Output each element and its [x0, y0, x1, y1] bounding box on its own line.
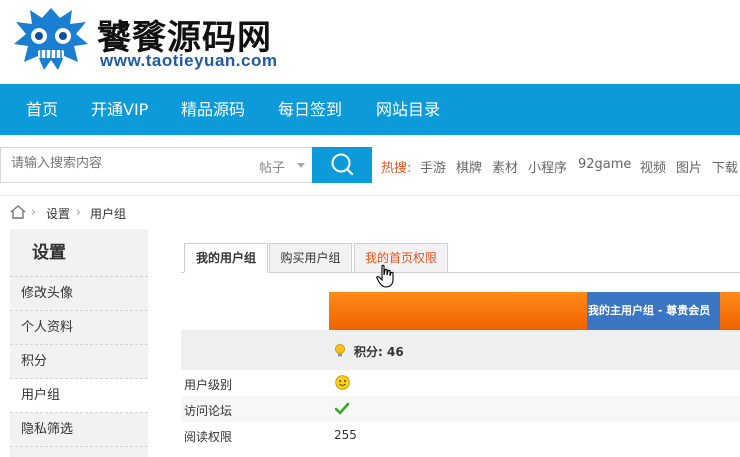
table-row: 阅读权限 255	[181, 422, 740, 448]
search-box: 帖子	[0, 147, 312, 183]
hot-link[interactable]: 下载	[712, 157, 738, 176]
row-label: 阅读权限	[184, 430, 233, 444]
sidebar-item-points[interactable]: 积分	[10, 345, 148, 379]
sidebar-item-avatar[interactable]: 修改头像	[10, 277, 148, 311]
hot-search-label: 热搜:	[381, 161, 412, 176]
site-logo-url[interactable]: www.taotieyuan.com	[100, 51, 277, 71]
row-label: 用户级别	[184, 378, 233, 392]
sidebar-item-usergroup[interactable]: 用户组	[10, 379, 148, 413]
main-usergroup-header: 我的主用户组 - 尊贵会员	[587, 292, 720, 330]
check-icon	[335, 402, 349, 415]
tab-my-usergroup[interactable]: 我的用户组	[184, 243, 268, 273]
hand-cursor-icon	[376, 264, 394, 288]
table-row: 用户级别	[181, 370, 740, 396]
chevron-right-icon: ›	[76, 205, 81, 219]
hot-link[interactable]: 92game	[578, 157, 631, 172]
chevron-right-icon: ›	[31, 205, 36, 219]
nav-item-source[interactable]: 精品源码	[181, 84, 245, 135]
chevron-down-icon[interactable]	[297, 163, 305, 168]
lightbulb-icon	[335, 344, 345, 357]
row-label: 访问论坛	[184, 404, 233, 418]
nav-item-directory[interactable]: 网站目录	[376, 84, 440, 135]
row-value: 255	[334, 428, 357, 442]
breadcrumb-settings[interactable]: 设置	[46, 205, 70, 222]
taotie-mascot-icon[interactable]	[12, 6, 90, 72]
search-row: 帖子 热搜: 手游 棋牌 素材 小程序 92game 视频 图片 下载	[0, 135, 740, 195]
hot-link[interactable]: 棋牌	[456, 157, 482, 176]
table-row: 访问论坛	[181, 396, 740, 422]
site-header: 饕餮源码网 www.taotieyuan.com	[0, 0, 740, 84]
sidebar-title: 设置	[10, 229, 148, 277]
sidebar-item-profile[interactable]: 个人资料	[10, 311, 148, 345]
tab-buy-usergroup[interactable]: 购买用户组	[269, 243, 352, 273]
sidebar-item-privacy[interactable]: 隐私筛选	[10, 413, 148, 447]
search-input[interactable]	[11, 156, 241, 171]
search-icon	[331, 153, 354, 176]
home-icon[interactable]	[10, 205, 26, 219]
hot-link[interactable]: 小程序	[528, 157, 567, 176]
points-value: 积分: 46	[354, 345, 404, 359]
main-nav: 首页 开通VIP 精品源码 每日签到 网站目录	[0, 84, 740, 135]
smiley-icon	[335, 375, 350, 390]
nav-item-home[interactable]: 首页	[26, 84, 58, 135]
tab-homepage-permission[interactable]: 我的首页权限	[354, 243, 448, 273]
breadcrumb: › 设置 › 用户组	[0, 195, 740, 228]
points-row	[181, 330, 740, 370]
hot-link[interactable]: 手游	[420, 157, 446, 176]
settings-sidebar: 设置 修改头像 个人资料 积分 用户组 隐私筛选	[10, 229, 148, 457]
search-type-select[interactable]: 帖子	[259, 157, 285, 176]
nav-item-checkin[interactable]: 每日签到	[278, 84, 342, 135]
hot-link[interactable]: 图片	[676, 157, 702, 176]
search-button[interactable]	[312, 147, 372, 183]
breadcrumb-usergroup[interactable]: 用户组	[90, 205, 126, 222]
hot-link[interactable]: 视频	[640, 157, 666, 176]
nav-item-vip[interactable]: 开通VIP	[91, 84, 148, 135]
hot-link[interactable]: 素材	[492, 157, 518, 176]
